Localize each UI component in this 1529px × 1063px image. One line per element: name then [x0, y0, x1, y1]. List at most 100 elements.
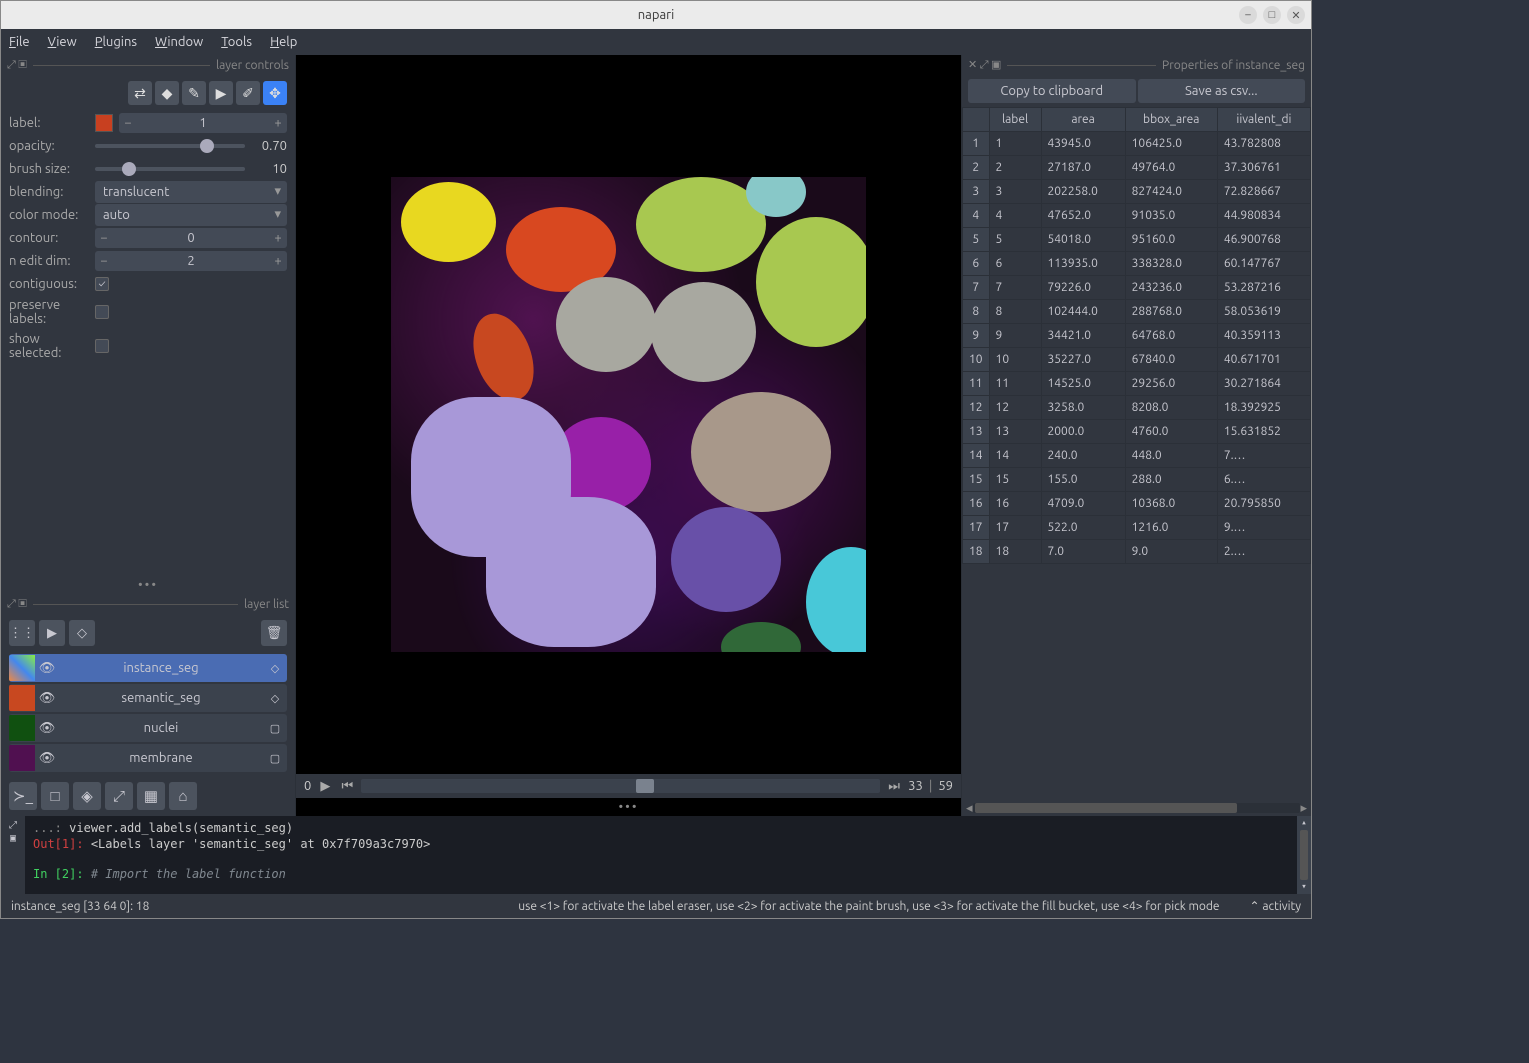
- table-header[interactable]: label: [989, 108, 1041, 132]
- label-color-swatch[interactable]: [95, 114, 113, 132]
- dock-undock-icon[interactable]: ⤢ ▣: [7, 598, 27, 611]
- table-row[interactable]: 9934421.064768.040.359113: [963, 324, 1311, 348]
- menu-view[interactable]: View: [48, 35, 77, 49]
- panzoom-button[interactable]: ✥: [263, 81, 287, 105]
- label-label: label:: [9, 116, 89, 130]
- eraser-button[interactable]: ◆: [155, 81, 179, 105]
- table-row[interactable]: 5554018.095160.046.900768: [963, 228, 1311, 252]
- shuffle-colors-button[interactable]: ⇄: [128, 81, 152, 105]
- layer-item-membrane[interactable]: 👁 membrane ▢: [9, 744, 287, 772]
- layer-type-icon: ◇: [263, 692, 287, 705]
- table-row[interactable]: 7779226.0243236.053.287216: [963, 276, 1311, 300]
- visibility-toggle-icon[interactable]: 👁: [35, 721, 59, 736]
- menu-window[interactable]: Window: [155, 35, 203, 49]
- table-row[interactable]: 13132000.04760.015.631852: [963, 420, 1311, 444]
- contiguous-label: contiguous:: [9, 277, 89, 291]
- table-row[interactable]: 2227187.049764.037.306761: [963, 156, 1311, 180]
- table-header[interactable]: [963, 108, 990, 132]
- table-row[interactable]: 18187.09.02.…: [963, 540, 1311, 564]
- visibility-toggle-icon[interactable]: 👁: [35, 691, 59, 706]
- table-header[interactable]: area: [1041, 108, 1125, 132]
- roll-dims-button[interactable]: ◈: [73, 782, 101, 810]
- table-row[interactable]: 111114525.029256.030.271864: [963, 372, 1311, 396]
- minimize-button[interactable]: –: [1239, 6, 1257, 24]
- new-shapes-button[interactable]: ▶: [39, 620, 65, 646]
- scroll-down-icon[interactable]: ▾: [1301, 882, 1306, 892]
- close-button[interactable]: ✕: [1287, 6, 1305, 24]
- delete-layer-button[interactable]: 🗑: [261, 620, 287, 646]
- transpose-button[interactable]: ⤢: [105, 782, 133, 810]
- viewer-canvas[interactable]: [296, 55, 961, 774]
- home-button[interactable]: ⌂: [169, 782, 197, 810]
- dock-undock-icon[interactable]: ⤢ ▣: [7, 59, 27, 72]
- table-row[interactable]: 1143945.0106425.043.782808: [963, 132, 1311, 156]
- scroll-up-icon[interactable]: ▴: [1301, 818, 1306, 828]
- contiguous-checkbox[interactable]: ✓: [95, 277, 109, 291]
- opacity-slider[interactable]: [95, 136, 245, 156]
- step-back-button[interactable]: ⏮: [339, 778, 355, 794]
- menu-plugins[interactable]: Plugins: [95, 35, 137, 49]
- menu-file[interactable]: File: [9, 35, 30, 49]
- ndisplay-button[interactable]: □: [41, 782, 69, 810]
- play-button[interactable]: ▶: [317, 778, 333, 794]
- preserve-checkbox[interactable]: [95, 305, 109, 319]
- maximize-button[interactable]: □: [1263, 6, 1281, 24]
- table-row[interactable]: 66113935.0338328.060.147767: [963, 252, 1311, 276]
- visibility-toggle-icon[interactable]: 👁: [35, 661, 59, 676]
- statusbar: instance_seg [33 64 0]: 18 use <1> for a…: [1, 894, 1311, 918]
- contour-label: contour:: [9, 231, 89, 245]
- grid-button[interactable]: ▦: [137, 782, 165, 810]
- table-header[interactable]: iivalent_di: [1217, 108, 1310, 132]
- blending-label: blending:: [9, 185, 89, 199]
- colormode-label: color mode:: [9, 208, 89, 222]
- colormode-select[interactable]: auto: [95, 204, 287, 226]
- dim-slider-max: 59: [938, 779, 953, 793]
- label-decrement[interactable]: −: [119, 116, 137, 130]
- dock-undock-icon[interactable]: ⤢: [9, 820, 17, 831]
- table-row[interactable]: 1717522.01216.09.…: [963, 516, 1311, 540]
- properties-title: Properties of instance_seg: [1162, 59, 1305, 72]
- blending-select[interactable]: translucent: [95, 181, 287, 203]
- layer-list-title: layer list: [244, 598, 289, 611]
- table-row[interactable]: 1515155.0288.06.…: [963, 468, 1311, 492]
- table-horizontal-scrollbar[interactable]: ◂ ▸: [962, 800, 1311, 816]
- table-row[interactable]: 12123258.08208.018.392925: [963, 396, 1311, 420]
- table-row[interactable]: 4447652.091035.044.980834: [963, 204, 1311, 228]
- copy-clipboard-button[interactable]: Copy to clipboard: [968, 79, 1136, 103]
- paintbrush-button[interactable]: ✎: [182, 81, 206, 105]
- panel-drag-handle[interactable]: •••: [1, 576, 295, 594]
- menu-help[interactable]: Help: [270, 35, 297, 49]
- visibility-toggle-icon[interactable]: 👁: [35, 751, 59, 766]
- layer-item-nuclei[interactable]: 👁 nuclei ▢: [9, 714, 287, 742]
- layer-item-semantic_seg[interactable]: 👁 semantic_seg ◇: [9, 684, 287, 712]
- label-increment[interactable]: +: [269, 116, 287, 130]
- dim-slider[interactable]: [361, 779, 880, 793]
- picker-button[interactable]: ✐: [236, 81, 260, 105]
- ipython-console[interactable]: ⤢ ▣ ...: viewer.add_labels(semantic_seg)…: [1, 816, 1311, 894]
- nedit-spinner[interactable]: − 2 +: [95, 251, 287, 271]
- label-spinner[interactable]: − 1 +: [119, 113, 287, 133]
- activity-indicator[interactable]: ⌃ activity: [1250, 899, 1301, 913]
- table-row[interactable]: 101035227.067840.040.671701: [963, 348, 1311, 372]
- table-header[interactable]: bbox_area: [1125, 108, 1217, 132]
- showsel-checkbox[interactable]: [95, 339, 109, 353]
- fill-button[interactable]: ▶: [209, 81, 233, 105]
- console-toggle-button[interactable]: ≻_: [9, 782, 37, 810]
- table-row[interactable]: 1414240.0448.07.…: [963, 444, 1311, 468]
- menu-tools[interactable]: Tools: [221, 35, 252, 49]
- brush-slider[interactable]: [95, 159, 245, 179]
- dock-close-icon[interactable]: ✕ ⤢ ▣: [968, 58, 1001, 72]
- new-points-button[interactable]: ⋮⋮: [9, 620, 35, 646]
- new-labels-button[interactable]: ◇: [69, 620, 95, 646]
- table-row[interactable]: 16164709.010368.020.795850: [963, 492, 1311, 516]
- properties-table[interactable]: labelareabbox_areaiivalent_di1143945.010…: [962, 107, 1311, 800]
- table-row[interactable]: 88102444.0288768.058.053619: [963, 300, 1311, 324]
- table-row[interactable]: 33202258.0827424.072.828667: [963, 180, 1311, 204]
- status-hint: use <1> for activate the label eraser, u…: [518, 900, 1219, 913]
- canvas-drag-handle[interactable]: •••: [296, 798, 961, 816]
- layer-item-instance_seg[interactable]: 👁 instance_seg ◇: [9, 654, 287, 682]
- save-csv-button[interactable]: Save as csv...: [1138, 79, 1306, 103]
- step-fwd-button[interactable]: ⏭: [886, 778, 902, 794]
- dock-float-icon[interactable]: ▣: [10, 833, 16, 844]
- contour-spinner[interactable]: − 0 +: [95, 228, 287, 248]
